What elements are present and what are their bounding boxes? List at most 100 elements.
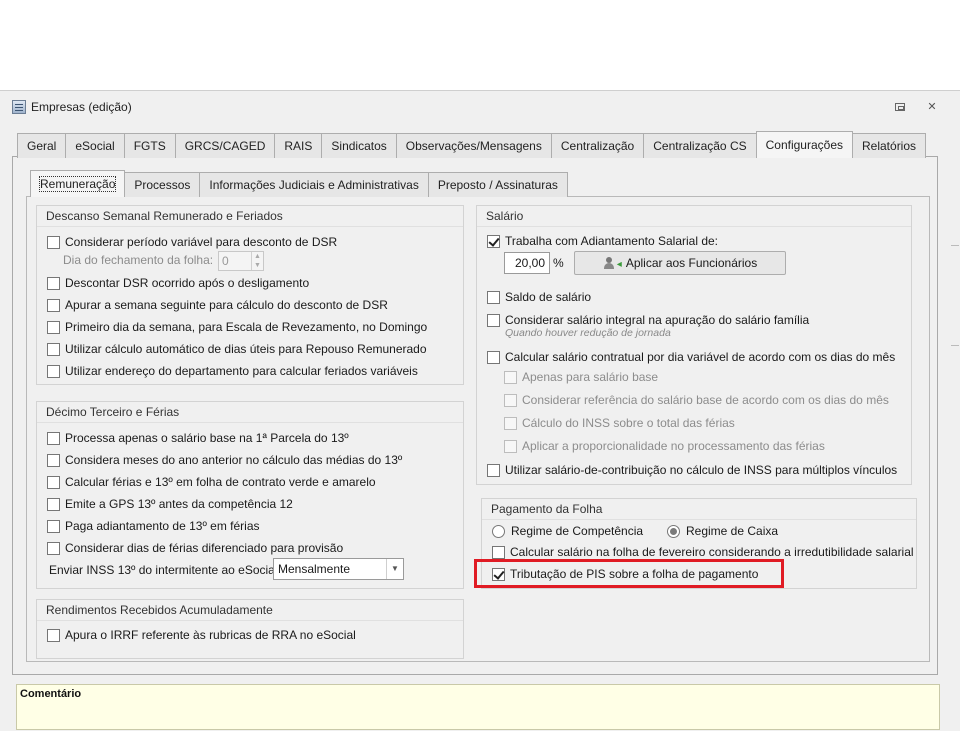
rra-group: Rendimentos Recebidos Acumuladamente Apu…	[36, 599, 464, 659]
comentario-box[interactable]: Comentário	[16, 684, 940, 730]
decimo-group: Décimo Terceiro e Férias Processa apenas…	[36, 401, 464, 589]
tab-configuracoes[interactable]: Configurações	[755, 131, 853, 158]
inss-intermitente-select[interactable]: Mensalmente ▼	[273, 558, 404, 580]
option-label: Trabalha com Adiantamento Salarial de:	[505, 234, 719, 248]
adiantamento-percent-value: 20,00	[514, 256, 545, 270]
salario-option-contribuicao[interactable]: Utilizar salário-de-contribuição no cálc…	[487, 461, 897, 479]
checkbox[interactable]	[487, 313, 500, 327]
checkbox[interactable]	[47, 342, 60, 356]
dia-fechamento-spinner[interactable]: 0 ▲ ▼	[218, 251, 264, 271]
tab-grcs-caged[interactable]: GRCS/CAGED	[174, 133, 276, 158]
checkbox-disabled	[504, 370, 517, 384]
salario-option-adiantamento[interactable]: Trabalha com Adiantamento Salarial de:	[487, 232, 718, 250]
checkbox[interactable]	[47, 235, 60, 249]
checkbox[interactable]	[47, 519, 60, 533]
tab-observacoes-mensagens[interactable]: Observações/Mensagens	[395, 133, 552, 158]
checkbox[interactable]	[487, 290, 500, 304]
comentario-label: Comentário	[20, 688, 82, 700]
decimo-option-salario-base[interactable]: Processa apenas o salário base na 1ª Par…	[47, 429, 349, 447]
option-label: Primeiro dia da semana, para Escala de R…	[65, 320, 428, 334]
tab-centralizacao[interactable]: Centralização	[550, 133, 645, 158]
regime-competencia-radio[interactable]: Regime de Competência	[492, 522, 643, 540]
rra-option-irrf[interactable]: Apura o IRRF referente às rubricas de RR…	[47, 626, 356, 644]
decimo-option-dias-ferias[interactable]: Considerar dias de férias diferenciado p…	[47, 539, 343, 557]
option-label: Utilizar cálculo automático de dias útei…	[65, 342, 427, 356]
option-label: Emite a GPS 13º antes da competência 12	[65, 497, 293, 511]
tab-geral[interactable]: Geral	[17, 133, 67, 158]
tab-centralizacao-cs[interactable]: Centralização CS	[643, 133, 757, 158]
salario-option-contratual[interactable]: Calcular salário contratual por dia vari…	[487, 348, 895, 366]
tab-informacoes-judiciais[interactable]: Informações Judiciais e Administrativas	[199, 172, 429, 197]
checkbox[interactable]	[47, 364, 60, 378]
checkbox[interactable]	[47, 497, 60, 511]
tab-processos[interactable]: Processos	[124, 172, 201, 197]
decimo-option-gps[interactable]: Emite a GPS 13º antes da competência 12	[47, 495, 293, 513]
main-tab-bar: Geral eSocial FGTS GRCS/CAGED RAIS Sindi…	[17, 131, 927, 158]
option-label: Paga adiantamento de 13º em férias	[65, 519, 260, 533]
window-title: Empresas (edição)	[31, 100, 132, 114]
checkbox[interactable]	[492, 545, 505, 559]
tab-preposto-assinaturas[interactable]: Preposto / Assinaturas	[427, 172, 568, 197]
checkbox[interactable]	[47, 431, 60, 445]
dsr-option-semana-seguinte[interactable]: Apurar a semana seguinte para cálculo do…	[47, 296, 388, 314]
arrow-left-icon: ◂	[616, 259, 622, 270]
option-label: Regime de Caixa	[686, 524, 779, 538]
edge-line	[951, 245, 959, 246]
option-label: Considerar referência do salário base de…	[522, 393, 889, 407]
app-icon	[12, 100, 26, 114]
tab-remuneracao[interactable]: Remuneração	[30, 170, 126, 197]
tab-sindicatos[interactable]: Sindicatos	[321, 133, 397, 158]
dsr-option-endereco-departamento[interactable]: Utilizar endereço do departamento para c…	[47, 362, 418, 380]
option-label: Apurar a semana seguinte para cálculo do…	[65, 298, 388, 312]
regime-caixa-radio[interactable]: Regime de Caixa	[667, 522, 778, 540]
checkbox[interactable]	[47, 276, 60, 290]
checkbox[interactable]	[487, 350, 500, 364]
tab-rais[interactable]: RAIS	[274, 133, 323, 158]
option-label: Aplicar a proporcionalidade no processam…	[522, 439, 825, 453]
tab-esocial[interactable]: eSocial	[65, 133, 125, 158]
checkbox-checked[interactable]	[487, 234, 500, 248]
option-label: Considerar salário integral na apuração …	[505, 313, 810, 327]
tab-relatorios[interactable]: Relatórios	[852, 133, 927, 158]
chevron-down-icon[interactable]: ▼	[386, 559, 403, 579]
decimo-option-verde-amarelo[interactable]: Calcular férias e 13º em folha de contra…	[47, 473, 376, 491]
dsr-option-desligamento[interactable]: Descontar DSR ocorrido após o desligamen…	[47, 274, 309, 292]
salario-suboption-inss-ferias: Cálculo do INSS sobre o total das férias	[504, 414, 735, 432]
dsr-option-dias-uteis[interactable]: Utilizar cálculo automático de dias útei…	[47, 340, 427, 358]
restore-icon[interactable]	[895, 103, 905, 111]
close-icon[interactable]: ✕	[926, 101, 938, 113]
dia-fechamento-value: 0	[222, 254, 229, 268]
checkbox[interactable]	[47, 320, 60, 334]
checkbox[interactable]	[47, 628, 60, 642]
adiantamento-percent-input[interactable]: 20,00	[504, 252, 550, 274]
dia-fechamento-label: Dia do fechamento da folha:	[63, 253, 214, 267]
inss-intermitente-label: Enviar INSS 13º do intermitente ao eSoci…	[49, 563, 278, 577]
decimo-option-adiantamento-ferias[interactable]: Paga adiantamento de 13º em férias	[47, 517, 260, 535]
integral-hint: Quando houver redução de jornada	[505, 327, 671, 339]
aplicar-funcionarios-button[interactable]: ◂ Aplicar aos Funcionários	[574, 251, 786, 275]
checkbox[interactable]	[47, 475, 60, 489]
salario-suboption-referencia: Considerar referência do salário base de…	[504, 391, 889, 409]
option-label: Calcular salário na folha de fevereiro c…	[510, 545, 914, 559]
checkbox[interactable]	[47, 541, 60, 555]
dsr-option-periodo-variavel[interactable]: Considerar período variável para descont…	[47, 233, 337, 251]
option-label: Cálculo do INSS sobre o total das férias	[522, 416, 735, 430]
radio[interactable]	[492, 524, 505, 538]
dsr-option-primeiro-dia[interactable]: Primeiro dia da semana, para Escala de R…	[47, 318, 427, 336]
decimo-group-title: Décimo Terceiro e Férias	[37, 402, 463, 423]
salario-option-saldo[interactable]: Saldo de salário	[487, 288, 591, 306]
spinner-arrows-icon[interactable]: ▲ ▼	[251, 252, 263, 270]
tab-fgts[interactable]: FGTS	[123, 133, 176, 158]
checkbox[interactable]	[47, 453, 60, 467]
option-label: Considera meses do ano anterior no cálcu…	[65, 453, 403, 467]
percent-symbol: %	[553, 256, 564, 270]
salario-group: Salário Trabalha com Adiantamento Salari…	[476, 205, 912, 485]
edge-line	[951, 345, 959, 346]
option-label: Considerar período variável para descont…	[65, 235, 338, 249]
radio-selected[interactable]	[667, 524, 680, 538]
decimo-option-meses-anterior[interactable]: Considera meses do ano anterior no cálcu…	[47, 451, 402, 469]
inss-intermitente-value: Mensalmente	[278, 562, 351, 576]
checkbox[interactable]	[487, 463, 500, 477]
checkbox[interactable]	[47, 298, 60, 312]
salario-suboption-salario-base: Apenas para salário base	[504, 368, 658, 386]
